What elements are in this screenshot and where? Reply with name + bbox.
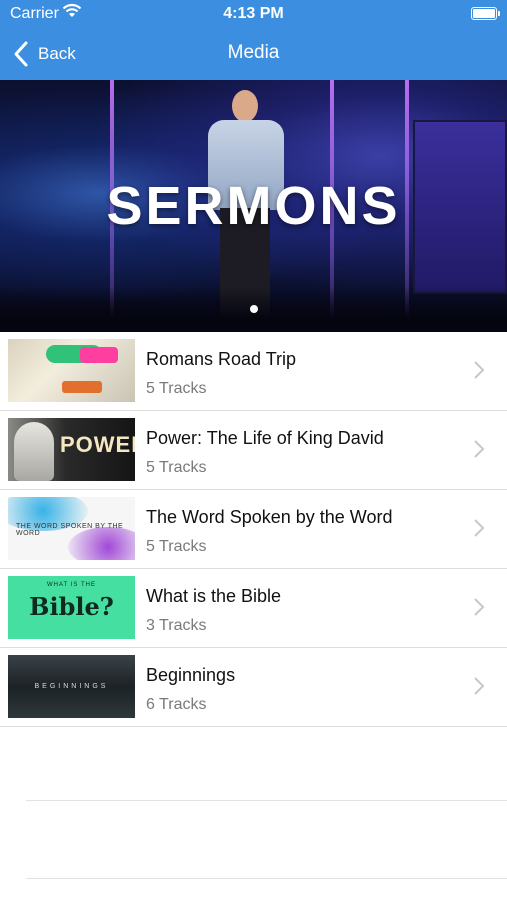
thumbnail-text: WHAT IS THE <box>46 582 96 588</box>
list-item[interactable]: BEGINNINGS Beginnings 6 Tracks <box>0 648 507 727</box>
chevron-right-icon <box>474 519 485 537</box>
status-bar: Carrier 4:13 PM <box>0 0 507 28</box>
thumbnail-text: BEGINNINGS <box>34 683 109 690</box>
series-title: Beginnings <box>146 665 236 685</box>
track-count: 5 Tracks <box>146 459 207 476</box>
list-item[interactable]: THE WORD SPOKEN BY THE WORD The Word Spo… <box>0 490 507 569</box>
series-list: Romans Road Trip 5 Tracks POWER Power: T… <box>0 332 507 727</box>
thumbnail-text: Bible? <box>29 592 114 621</box>
series-title: Power: The Life of King David <box>146 428 384 448</box>
series-title: The Word Spoken by the Word <box>146 507 393 527</box>
hero-title: SERMONS <box>106 176 401 236</box>
chevron-right-icon <box>474 361 485 379</box>
chevron-right-icon <box>474 677 485 695</box>
page-title: Media <box>227 42 280 63</box>
chevron-right-icon <box>474 598 485 616</box>
list-item[interactable]: WHAT IS THE Bible? What is the Bible 3 T… <box>0 569 507 648</box>
series-thumbnail: THE WORD SPOKEN BY THE WORD <box>8 497 135 560</box>
hero-banner[interactable]: SERMONS <box>0 80 507 332</box>
chevron-right-icon <box>474 440 485 458</box>
series-title: What is the Bible <box>146 586 282 606</box>
thumbnail-text: THE WORD SPOKEN BY THE WORD <box>16 523 124 537</box>
track-count: 3 Tracks <box>146 617 207 634</box>
series-thumbnail: POWER <box>8 418 135 481</box>
clock: 4:13 PM <box>223 5 284 22</box>
navigation-bar: Back Media <box>0 28 507 80</box>
series-title: Romans Road Trip <box>146 349 297 369</box>
series-thumbnail: WHAT IS THE Bible? <box>8 576 135 639</box>
track-count: 6 Tracks <box>146 696 207 713</box>
divider <box>26 878 507 879</box>
page-indicator-dot[interactable] <box>250 305 258 313</box>
list-item[interactable]: POWER Power: The Life of King David 5 Tr… <box>0 411 507 490</box>
thumbnail-text: POWER <box>60 432 135 457</box>
divider <box>26 800 507 801</box>
series-thumbnail <box>8 339 135 402</box>
battery-icon <box>471 7 500 20</box>
track-count: 5 Tracks <box>146 538 207 555</box>
track-count: 5 Tracks <box>146 380 207 397</box>
list-item[interactable]: Romans Road Trip 5 Tracks <box>0 332 507 411</box>
series-thumbnail: BEGINNINGS <box>8 655 135 718</box>
